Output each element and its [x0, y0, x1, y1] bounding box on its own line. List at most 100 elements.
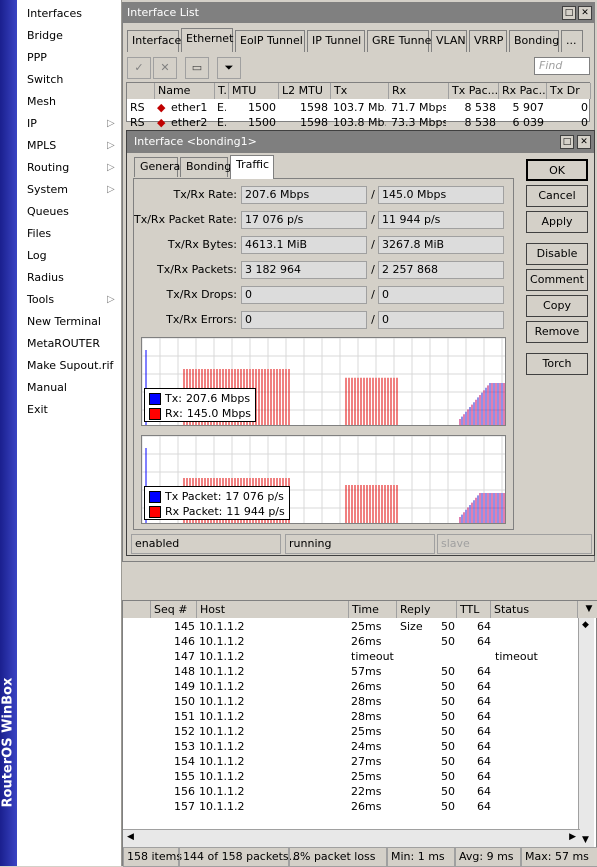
vertical-scrollbar[interactable]: ◆ ▼: [578, 618, 594, 847]
scroll-down-icon[interactable]: ▼: [582, 835, 589, 845]
column-header[interactable]: Tx Dr: [547, 83, 591, 99]
tx-value: 0: [241, 311, 367, 329]
ping-row[interactable]: 152 10.1.1.2 25ms 50 64: [123, 724, 578, 739]
ping-row[interactable]: 153 10.1.1.2 24ms 50 64: [123, 739, 578, 754]
menu-item[interactable]: Exit: [27, 400, 122, 420]
tab-ethernet[interactable]: Ethernet: [181, 28, 233, 52]
tab-bonding[interactable]: Bonding: [180, 157, 231, 177]
column-header[interactable]: Tx Pac...: [449, 83, 499, 99]
column-header[interactable]: Host: [197, 601, 349, 618]
tab-ip-tunnel[interactable]: IP Tunnel: [307, 30, 365, 52]
table-row[interactable]: RS ◆ ether2 E... 1500 1598 103.8 Mb... 73.3 Mbp…: [127, 115, 591, 130]
separator: /: [371, 263, 375, 276]
ping-row[interactable]: 149 10.1.1.2 26ms 50 64: [123, 679, 578, 694]
column-menu-icon[interactable]: ▼: [578, 601, 597, 618]
menu-item[interactable]: Log: [27, 246, 122, 266]
disable-button[interactable]: Disable: [526, 243, 588, 265]
column-header[interactable]: Name: [155, 83, 215, 99]
cell-host: 10.1.1.2: [199, 770, 245, 783]
column-header[interactable]: MTU: [229, 83, 279, 99]
menu-item[interactable]: Routing ▷: [27, 158, 122, 178]
tab-traffic[interactable]: Traffic: [230, 155, 274, 179]
menu-item[interactable]: System ▷: [27, 180, 122, 200]
cell-time: 25ms: [351, 725, 382, 738]
cancel-button[interactable]: Cancel: [526, 185, 588, 207]
menu-item[interactable]: Radius: [27, 268, 122, 288]
ping-row[interactable]: 156 10.1.1.2 22ms 50 64: [123, 784, 578, 799]
ping-row[interactable]: 150 10.1.1.2 28ms 50 64: [123, 694, 578, 709]
menu-item[interactable]: MetaROUTER: [27, 334, 122, 354]
cell-ttl: 64: [477, 695, 491, 708]
tab-eoip-tunnel[interactable]: EoIP Tunnel: [235, 30, 305, 52]
column-header[interactable]: Tx: [331, 83, 389, 99]
column-header[interactable]: Status: [491, 601, 578, 618]
ping-row[interactable]: 148 10.1.1.2 57ms 50 64: [123, 664, 578, 679]
tab--[interactable]: ...: [561, 30, 583, 52]
legend-label: Rx Packet:: [165, 505, 223, 518]
horizontal-scrollbar[interactable]: ◀ ▶: [123, 829, 580, 847]
menu-item[interactable]: Bridge: [27, 26, 122, 46]
scroll-up-icon[interactable]: ◆: [582, 620, 589, 630]
ping-row[interactable]: 151 10.1.1.2 28ms 50 64: [123, 709, 578, 724]
close-button[interactable]: ✕: [578, 6, 592, 20]
menu-item[interactable]: Manual: [27, 378, 122, 398]
column-header[interactable]: Rx: [389, 83, 449, 99]
comment-button[interactable]: Comment: [526, 269, 588, 291]
ping-row[interactable]: 147 10.1.1.2 timeout timeout: [123, 649, 578, 664]
menu-item[interactable]: PPP: [27, 48, 122, 68]
menu-item-label: Make Supout.rif: [27, 359, 114, 372]
ping-row[interactable]: 154 10.1.1.2 27ms 50 64: [123, 754, 578, 769]
close-button[interactable]: ✕: [577, 135, 591, 149]
tab-general[interactable]: General: [134, 157, 183, 177]
tab-gre-tunnel[interactable]: GRE Tunnel: [367, 30, 434, 52]
menu-item[interactable]: Switch: [27, 70, 122, 90]
cell-status: timeout: [495, 650, 538, 663]
apply-button[interactable]: Apply: [526, 211, 588, 233]
menu-item[interactable]: MPLS ▷: [27, 136, 122, 156]
column-header[interactable]: Rx Pac...: [499, 83, 547, 99]
filter-icon[interactable]: ⏷: [217, 57, 241, 79]
tab-vrrp[interactable]: VRRP: [469, 30, 507, 52]
tab-interface[interactable]: Interface: [127, 30, 181, 52]
table-row[interactable]: RS ◆ ether1 E... 1500 1598 103.7 Mb... 71.7 Mbp…: [127, 100, 591, 115]
column-header-blank[interactable]: [123, 601, 151, 618]
ping-row[interactable]: 155 10.1.1.2 25ms 50 64: [123, 769, 578, 784]
interface-name: ether2: [171, 116, 208, 129]
ping-row[interactable]: 157 10.1.1.2 26ms 50 64: [123, 799, 578, 814]
column-header[interactable]: TTL: [457, 601, 491, 618]
column-header[interactable]: Seq #: [151, 601, 197, 618]
tx-value: 4613.1 MiB: [241, 236, 367, 254]
copy-button[interactable]: Copy: [526, 295, 588, 317]
menu-item[interactable]: Mesh: [27, 92, 122, 112]
maximize-button[interactable]: □: [562, 6, 576, 20]
column-header-flags[interactable]: [127, 83, 155, 99]
menu-item-label: Interfaces: [27, 7, 82, 20]
tab-bonding[interactable]: Bonding: [509, 30, 559, 52]
disable-icon[interactable]: ✕: [153, 57, 177, 79]
menu-item[interactable]: Queues: [27, 202, 122, 222]
enable-icon[interactable]: ✓: [127, 57, 151, 79]
cell-type: E...: [217, 116, 226, 129]
column-header[interactable]: L2 MTU: [279, 83, 331, 99]
ping-row[interactable]: 145 10.1.1.2 25ms 50 64: [123, 619, 578, 634]
comment-icon[interactable]: ▭: [185, 57, 209, 79]
menu-item[interactable]: IP ▷: [27, 114, 122, 134]
find-input[interactable]: Find: [534, 57, 590, 75]
remove-button[interactable]: Remove: [526, 321, 588, 343]
column-header[interactable]: T.: [215, 83, 229, 99]
ok-button[interactable]: OK: [526, 159, 588, 181]
column-header[interactable]: Reply Size: [397, 601, 457, 633]
tab-vlan[interactable]: VLAN: [431, 30, 467, 52]
menu-item[interactable]: Interfaces: [27, 4, 122, 24]
scroll-right-icon[interactable]: ▶: [569, 832, 576, 842]
menu-item[interactable]: Make Supout.rif: [27, 356, 122, 376]
scroll-left-icon[interactable]: ◀: [127, 832, 134, 842]
ping-row[interactable]: 146 10.1.1.2 26ms 50 64: [123, 634, 578, 649]
torch-button[interactable]: Torch: [526, 353, 588, 375]
menu-item[interactable]: New Terminal: [27, 312, 122, 332]
ping-status-field: 158 items: [123, 847, 182, 867]
maximize-button[interactable]: □: [560, 135, 574, 149]
menu-item[interactable]: Tools ▷: [27, 290, 122, 310]
column-header[interactable]: Time: [349, 601, 397, 618]
menu-item[interactable]: Files: [27, 224, 122, 244]
